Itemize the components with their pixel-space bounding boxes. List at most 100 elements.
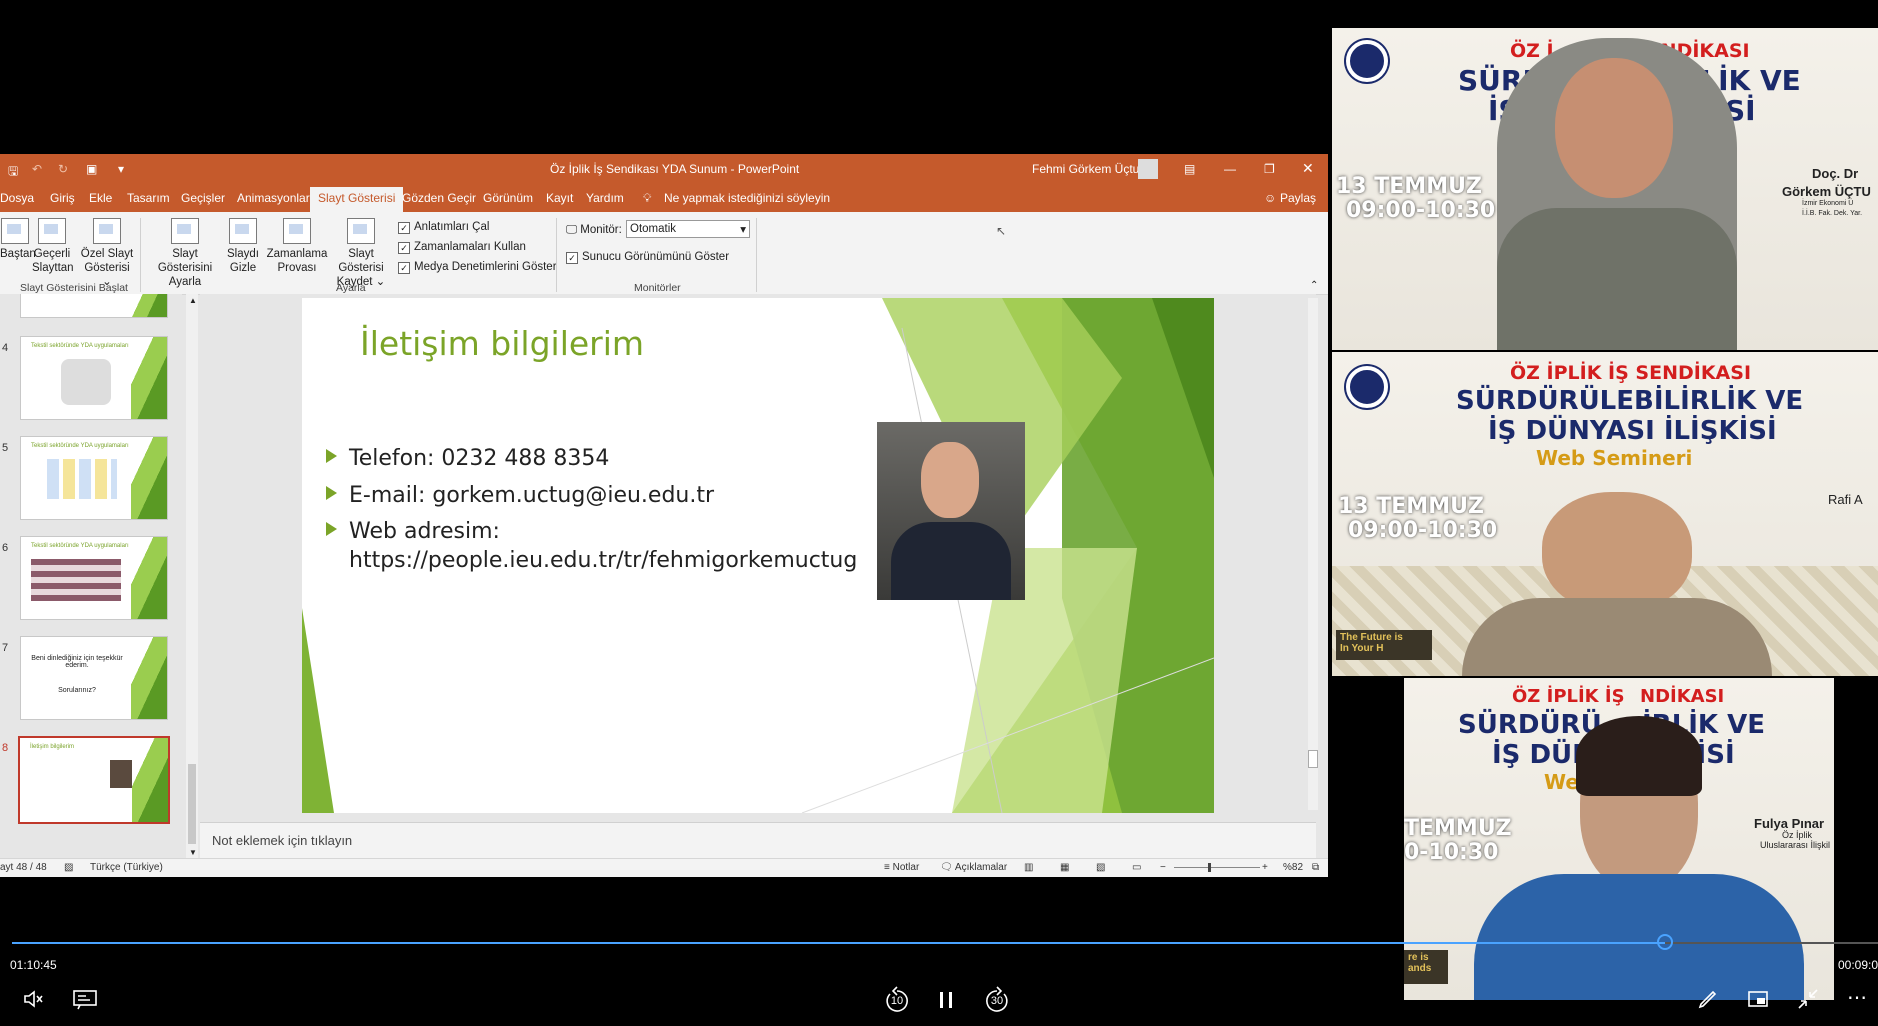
presenter-view-checkbox[interactable]: ✓ Sunucu Görünümünü Göster (566, 251, 729, 264)
reading-view-icon[interactable]: ▧ (1096, 862, 1105, 873)
redo-icon[interactable]: ↻ (58, 162, 68, 176)
divider (756, 218, 757, 292)
slide-thumbnail-selected[interactable]: İletişim bilgilerim (18, 736, 170, 824)
tell-me-search[interactable]: Ne yapmak istediğinizi söyleyin (664, 191, 830, 205)
group-monitors: Monitörler (634, 282, 681, 294)
zoom-level[interactable]: %82 (1283, 862, 1303, 873)
show-media-controls-checkbox[interactable]: ✓ Medya Denetimlerini Göster (398, 261, 557, 274)
ribbon-display-icon[interactable]: ▤ (1184, 162, 1195, 176)
setup-icon (171, 218, 199, 244)
zoom-slider[interactable] (1174, 867, 1260, 868)
more-options-icon[interactable]: ⋯ (1844, 986, 1870, 1010)
record-slideshow-button[interactable]: Slayt Gösterisi Kaydet ⌄ (328, 218, 394, 289)
caption-badge: re is ands (1404, 950, 1448, 984)
tab-record[interactable]: Kayıt (546, 191, 573, 205)
tab-design[interactable]: Tasarım (127, 191, 170, 205)
seek-bar[interactable] (12, 942, 1878, 944)
avatar[interactable] (1138, 159, 1158, 179)
zoom-out-icon[interactable]: − (1160, 862, 1166, 873)
zoom-slider-thumb[interactable] (1208, 863, 1211, 872)
save-icon[interactable]: 🖫 (8, 162, 18, 183)
tab-review[interactable]: Gözden Geçir (402, 191, 476, 205)
rewind-button[interactable]: 10 (882, 986, 912, 1016)
person-icon: ☺ (1264, 191, 1277, 205)
pen-icon[interactable] (1696, 987, 1722, 1011)
web-url: https://people.ieu.edu.tr/tr/fehmigorkem… (349, 548, 858, 573)
share-button[interactable]: Paylaş (1280, 191, 1316, 205)
setup-slideshow-button[interactable]: Slayt Gösterisini Ayarla (146, 218, 224, 289)
hide-slide-button[interactable]: Slaydı Gizle (226, 218, 260, 275)
notes-pane[interactable]: Not eklemek için tıklayın (200, 822, 1316, 859)
timer-icon (283, 218, 311, 244)
group-setup: Ayarla (336, 282, 366, 294)
notes-button[interactable]: ≡ Notlar (884, 862, 919, 873)
lightbulb-icon: 💡︎ (643, 191, 652, 205)
present-icon[interactable]: ▣ (86, 162, 97, 176)
divider (556, 218, 557, 292)
user-name[interactable]: Fehmi Görkem Üçtuğ (1032, 162, 1146, 176)
slide-thumbnail[interactable]: Beni dinlediğiniz için teşekkür ederim. S… (20, 636, 168, 720)
scroll-thumb[interactable] (1308, 750, 1318, 768)
video-tile-speaker-3[interactable]: ÖZ İPLİK İŞ NDİKASI SÜRDÜRÜ İRLİK VE İŞ … (1404, 678, 1834, 1000)
customize-toolbar-icon[interactable]: ▾ (118, 162, 124, 176)
scroll-down-icon[interactable]: ▼ (189, 848, 197, 857)
tab-transitions[interactable]: Geçişler (181, 191, 225, 205)
video-tile-speaker-1[interactable]: ÖZ İ SENDİKASI SÜRD İLİRLİK VE İŞ İLİŞKİ… (1332, 28, 1878, 350)
slide-thumbnail[interactable]: Tekstil sektöründe YDA uygulamaları (20, 536, 168, 620)
mute-icon[interactable] (22, 987, 50, 1011)
title-bar: 🖫 ↶ ↻ ▣ ▾ Öz İplik İş Sendikası YDA Sunu… (0, 154, 1328, 184)
pause-icon[interactable] (934, 988, 958, 1012)
current-slide[interactable]: İletişim bilgilerim Telefon: 0232 488 83… (302, 298, 1214, 813)
normal-view-icon[interactable]: ▥ (1024, 862, 1033, 873)
speaker-3-hair (1576, 716, 1702, 796)
photo-jacket (891, 522, 1011, 600)
window-title: Öz İplik İş Sendikası YDA Sunum - PowerP… (550, 162, 800, 176)
minimize-icon[interactable]: — (1224, 162, 1236, 176)
captions-icon[interactable] (72, 987, 102, 1011)
custom-slideshow-button[interactable]: Özel Slayt Gösterisi ⌄ (78, 218, 136, 289)
slide-number: 6 (2, 542, 9, 554)
miniplayer-icon[interactable] (1746, 987, 1772, 1011)
scroll-thumb[interactable] (188, 764, 196, 844)
monitor-select[interactable]: Otomatik ▾ (626, 220, 750, 238)
tab-file[interactable]: Dosya (0, 191, 34, 205)
use-timings-checkbox[interactable]: ✓ Zamanlamaları Kullan (398, 241, 526, 254)
slide-thumbnail[interactable]: Tekstil sektöründe YDA uygulamaları (20, 336, 168, 420)
slide-thumbnail[interactable] (20, 294, 168, 318)
canvas-scrollbar[interactable] (1308, 298, 1318, 810)
tab-slideshow[interactable]: Slayt Gösterisi (310, 187, 404, 212)
tab-home[interactable]: Giriş (50, 191, 75, 205)
play-narrations-checkbox[interactable]: ✓ Anlatımları Çal (398, 221, 489, 234)
fit-to-window-icon[interactable]: ⧉ (1312, 862, 1319, 873)
accessibility-icon[interactable]: ▨ (64, 862, 73, 873)
from-beginning-button[interactable]: Baştan (0, 218, 36, 261)
collapse-ribbon-icon[interactable]: ⌃ (1310, 280, 1318, 291)
video-tile-speaker-2[interactable]: ÖZ İPLİK İŞ SENDİKASI SÜRDÜRÜLEBİLİRLİK … (1332, 352, 1878, 676)
close-icon[interactable]: ✕ (1302, 160, 1314, 177)
divider (140, 218, 141, 292)
rehearse-timings-button[interactable]: Zamanlama Provası (266, 218, 328, 275)
slideshow-start-icon (1, 218, 29, 244)
from-current-slide-button[interactable]: Geçerli Slayttan (32, 218, 74, 275)
slide-thumbnail[interactable]: Tekstil sektöründe YDA uygulamaları (20, 436, 168, 520)
language[interactable]: Türkçe (Türkiye) (90, 862, 163, 873)
forward-button[interactable]: 30 (982, 986, 1012, 1016)
zoom-in-icon[interactable]: + (1262, 862, 1268, 873)
slide-sorter-icon[interactable]: ▦ (1060, 862, 1069, 873)
thumbnail-scrollbar[interactable]: ▲ ▼ (186, 294, 198, 860)
custom-show-icon (93, 218, 121, 244)
exit-fullscreen-icon[interactable] (1796, 987, 1822, 1011)
tab-help[interactable]: Yardım (586, 191, 624, 205)
speaker-3-jacket (1474, 874, 1804, 1000)
tab-view[interactable]: Görünüm (483, 191, 533, 205)
tab-animations[interactable]: Animasyonlar (237, 191, 310, 205)
tab-insert[interactable]: Ekle (89, 191, 112, 205)
slideshow-current-icon (38, 218, 66, 244)
restore-icon[interactable]: ❐ (1264, 162, 1275, 176)
notes-placeholder[interactable]: Not eklemek için tıklayın (212, 833, 352, 848)
scroll-up-icon[interactable]: ▲ (189, 296, 197, 305)
slideshow-view-icon[interactable]: ▭ (1132, 862, 1141, 873)
undo-icon[interactable]: ↶ (32, 162, 42, 176)
elapsed-time: 01:10:45 (10, 958, 57, 972)
comments-button[interactable]: 🗨︎ Açıklamalar (940, 862, 1007, 873)
